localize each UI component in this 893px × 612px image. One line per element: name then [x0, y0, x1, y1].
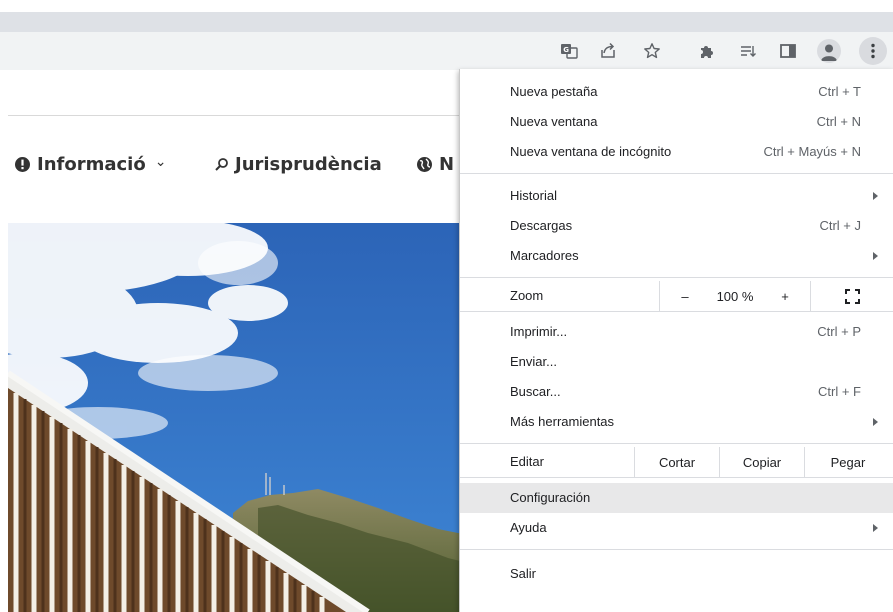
menu-item-downloads[interactable]: Descargas Ctrl + J: [460, 211, 893, 241]
nav-label-globe: N: [439, 154, 455, 175]
menu-item-find[interactable]: Buscar... Ctrl + F: [460, 377, 893, 407]
chrome-main-menu: Nueva pestaña Ctrl + T Nueva ventana Ctr…: [459, 69, 893, 612]
menu-label: Nueva ventana de incógnito: [510, 144, 672, 159]
fullscreen-button[interactable]: [811, 281, 893, 311]
menu-shortcut: Ctrl + Mayús + N: [763, 144, 861, 159]
svg-text:G: G: [563, 46, 569, 54]
menu-item-new-window[interactable]: Nueva ventana Ctrl + N: [460, 107, 893, 137]
tab-strip: [0, 0, 893, 32]
menu-item-print[interactable]: Imprimir... Ctrl + P: [460, 317, 893, 347]
menu-label: Enviar...: [510, 354, 557, 369]
menu-item-history[interactable]: Historial: [460, 181, 893, 211]
zoom-label: Zoom: [510, 288, 544, 303]
menu-item-more-tools[interactable]: Más herramientas: [460, 407, 893, 437]
menu-row-edit: Editar Cortar Copiar Pegar: [460, 447, 893, 477]
menu-label: Marcadores: [510, 248, 579, 263]
search-icon: [215, 158, 228, 171]
menu-item-help[interactable]: Ayuda: [460, 513, 893, 543]
menu-icon[interactable]: [859, 37, 887, 65]
copy-label: Copiar: [742, 454, 782, 470]
menu-separator: [460, 443, 893, 444]
menu-label: Imprimir...: [510, 324, 568, 339]
browser-toolbar: G: [0, 32, 893, 70]
bookmark-star-icon[interactable]: [640, 39, 664, 63]
cut-button[interactable]: Cortar: [635, 447, 719, 477]
menu-shortcut: Ctrl + P: [817, 324, 861, 339]
menu-item-exit[interactable]: Salir: [460, 559, 893, 589]
menu-separator: [460, 477, 893, 478]
tab-strip-band: [0, 12, 893, 32]
menu-label: Ayuda: [510, 520, 547, 535]
minus-icon: –: [681, 288, 689, 304]
menu-item-settings[interactable]: Configuración: [460, 483, 893, 513]
submenu-arrow-icon: [873, 524, 878, 532]
menu-item-new-tab[interactable]: Nueva pestaña Ctrl + T: [460, 77, 893, 107]
zoom-in-button[interactable]: +: [760, 281, 810, 311]
menu-shortcut: Ctrl + N: [816, 114, 861, 129]
menu-separator: [460, 173, 893, 174]
copy-button[interactable]: Copiar: [720, 447, 804, 477]
menu-label: Descargas: [510, 218, 573, 233]
edit-label: Editar: [510, 454, 544, 469]
menu-shortcut: Ctrl + J: [819, 218, 861, 233]
nav-label-informacio: Informació: [37, 154, 146, 175]
menu-item-new-incognito-window[interactable]: Nueva ventana de incógnito Ctrl + Mayús …: [460, 137, 893, 167]
fullscreen-icon: [845, 288, 860, 304]
paste-button[interactable]: Pegar: [805, 447, 891, 477]
chevron-down-icon: ⌄: [154, 153, 167, 170]
nav-item-globe[interactable]: N: [416, 154, 454, 175]
share-icon[interactable]: [596, 39, 620, 63]
translate-icon[interactable]: G: [557, 39, 581, 63]
nav-label-jurisprudencia: Jurisprudència: [235, 154, 382, 175]
zoom-out-button[interactable]: –: [660, 281, 710, 311]
paste-label: Pegar: [830, 454, 866, 470]
extensions-icon[interactable]: [695, 39, 719, 63]
menu-separator: [460, 549, 893, 550]
zoom-level: 100 %: [710, 281, 760, 311]
menu-label: Nueva pestaña: [510, 84, 598, 99]
nav-item-jurisprudencia[interactable]: Jurisprudència: [214, 154, 382, 175]
profile-icon[interactable]: [817, 39, 841, 63]
submenu-arrow-icon: [873, 192, 878, 200]
submenu-arrow-icon: [873, 252, 878, 260]
menu-label: Nueva ventana: [510, 114, 598, 129]
reading-list-icon[interactable]: [736, 39, 760, 63]
menu-separator: [460, 277, 893, 278]
menu-label: Más herramientas: [510, 414, 615, 429]
hero-image: [8, 223, 468, 612]
cut-label: Cortar: [658, 454, 696, 470]
menu-label: Configuración: [510, 490, 591, 505]
nav-item-informacio[interactable]: Informació ⌄: [14, 154, 166, 175]
menu-label: Buscar...: [510, 384, 561, 399]
menu-label: Historial: [510, 188, 557, 203]
menu-separator: [460, 311, 893, 312]
plus-icon: +: [781, 288, 789, 304]
globe-icon: [417, 157, 432, 172]
menu-label: Salir: [510, 566, 537, 581]
menu-shortcut: Ctrl + T: [818, 84, 861, 99]
submenu-arrow-icon: [873, 418, 878, 426]
menu-item-cast[interactable]: Enviar...: [460, 347, 893, 377]
menu-item-bookmarks[interactable]: Marcadores: [460, 241, 893, 271]
menu-row-zoom: Zoom – 100 % +: [460, 281, 893, 311]
side-panel-icon[interactable]: [776, 39, 800, 63]
info-circle-icon: [15, 157, 30, 172]
menu-shortcut: Ctrl + F: [818, 384, 861, 399]
zoom-value: 100 %: [716, 288, 754, 304]
